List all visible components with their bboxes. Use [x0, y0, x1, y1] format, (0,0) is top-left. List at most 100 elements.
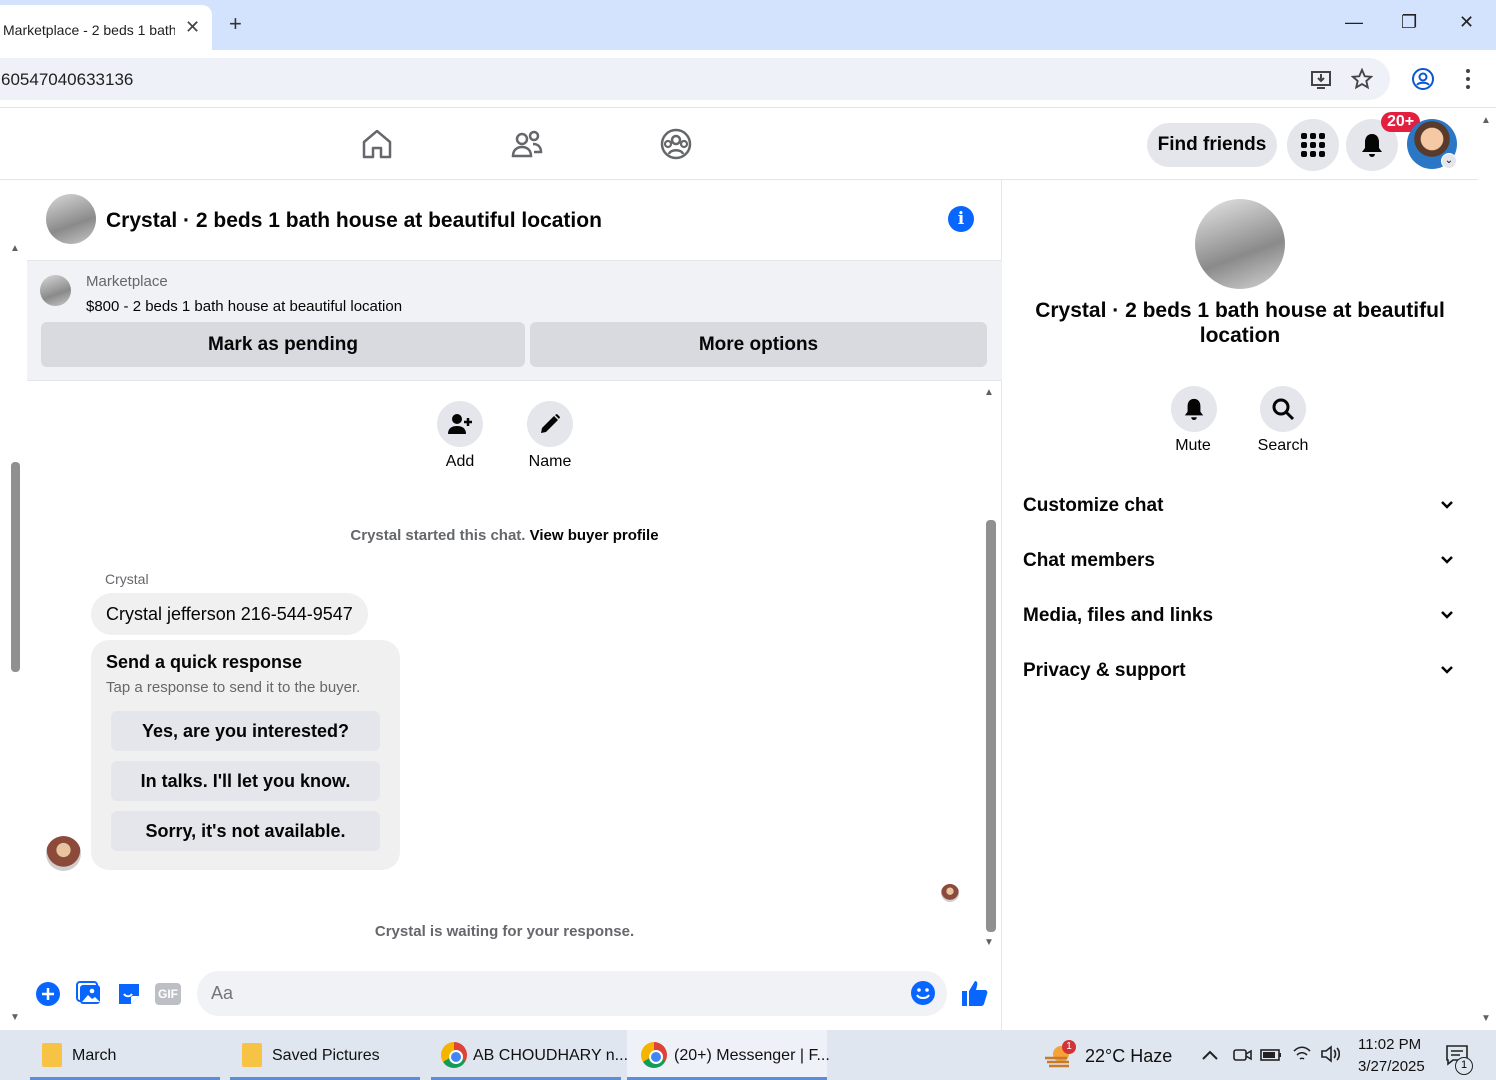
taskbar-label: Saved Pictures: [272, 1047, 380, 1064]
omnibox[interactable]: 60547040633136: [0, 58, 1390, 100]
clock-time[interactable]: 11:02 PM: [1358, 1036, 1421, 1053]
volume-icon[interactable]: [1320, 1045, 1342, 1063]
battery-icon[interactable]: [1260, 1048, 1282, 1062]
chat-title[interactable]: Crystal · 2 beds 1 bath house at beautif…: [106, 209, 602, 233]
taskbar-label: March: [72, 1047, 117, 1064]
browser-tab[interactable]: Marketplace - 2 beds 1 bath house at bea…: [0, 5, 212, 50]
emoji-icon[interactable]: [910, 980, 936, 1006]
name-button[interactable]: [527, 401, 573, 447]
sticker-icon[interactable]: [116, 981, 142, 1007]
more-options-button[interactable]: More options: [530, 322, 987, 367]
meet-now-icon[interactable]: [1232, 1046, 1252, 1064]
info-icon[interactable]: i: [948, 206, 974, 232]
section-label: Privacy & support: [1023, 660, 1186, 681]
search-button[interactable]: [1260, 386, 1306, 432]
right-scroll-up-arrow[interactable]: ▲: [1481, 115, 1491, 126]
plus-icon[interactable]: [35, 981, 61, 1007]
mark-as-pending-button[interactable]: Mark as pending: [41, 322, 525, 367]
bell-icon: [1362, 134, 1382, 157]
photo-icon[interactable]: [76, 981, 102, 1007]
quick-response-card: Send a quick response Tap a response to …: [91, 640, 400, 870]
grid-menu-icon: [1301, 133, 1325, 157]
menu-dots-icon[interactable]: [1462, 68, 1474, 90]
chat-avatar[interactable]: [46, 194, 96, 244]
chevron-down-icon: [1441, 666, 1453, 674]
new-tab-icon[interactable]: +: [229, 11, 242, 37]
install-app-icon[interactable]: [1310, 68, 1332, 90]
folder-icon: [242, 1043, 262, 1067]
chat-started-notice: Crystal started this chat. View buyer pr…: [27, 527, 982, 544]
listing-thumbnail[interactable]: [40, 275, 71, 306]
restore-icon[interactable]: ❐: [1401, 12, 1417, 33]
section-label: Media, files and links: [1023, 605, 1214, 626]
section-label: Customize chat: [1023, 495, 1164, 516]
listing-title[interactable]: $800 - 2 beds 1 bath house at beautiful …: [86, 298, 402, 315]
quick-response-in-talks[interactable]: In talks. I'll let you know.: [111, 761, 380, 801]
chevron-down-icon: [1441, 611, 1453, 619]
privacy-support-row[interactable]: Privacy & support: [1023, 660, 1463, 690]
taskbar-item-chrome-ab[interactable]: AB CHOUDHARY n...: [431, 1030, 628, 1080]
chevron-down-icon: [1441, 556, 1453, 564]
home-icon[interactable]: [359, 126, 395, 162]
wifi-icon[interactable]: [1292, 1045, 1312, 1063]
groups-icon[interactable]: [658, 126, 694, 162]
section-label: Chat members: [1023, 550, 1155, 571]
tab-title: Marketplace - 2 beds 1 bath house at bea…: [3, 22, 175, 38]
seen-indicator-avatar: [941, 884, 959, 902]
windows-taskbar: March Saved Pictures AB CHOUDHARY n... (…: [0, 1030, 1496, 1080]
chevron-up-icon[interactable]: [1201, 1048, 1219, 1062]
message-input[interactable]: [211, 983, 891, 1004]
minimize-icon[interactable]: —: [1345, 12, 1363, 33]
chat-scroll-up-arrow[interactable]: ▲: [984, 387, 994, 398]
weather-badge: 1: [1062, 1040, 1076, 1054]
taskbar-item-march[interactable]: March: [30, 1030, 220, 1080]
tab-close-icon[interactable]: ✕: [185, 17, 200, 38]
search-label: Search: [1257, 437, 1309, 454]
chat-details-panel: Crystal · 2 beds 1 bath house at beautif…: [1003, 180, 1478, 1030]
taskbar-item-saved-pictures[interactable]: Saved Pictures: [230, 1030, 420, 1080]
media-files-links-row[interactable]: Media, files and links: [1023, 605, 1463, 635]
taskbar-item-messenger[interactable]: (20+) Messenger | F...: [627, 1030, 830, 1080]
like-icon[interactable]: [959, 978, 989, 1008]
details-title: Crystal · 2 beds 1 bath house at beautif…: [1035, 299, 1445, 347]
window-close-icon[interactable]: ✕: [1459, 12, 1474, 33]
details-avatar[interactable]: [1195, 199, 1285, 289]
chat-members-row[interactable]: Chat members: [1023, 550, 1463, 580]
message-composer[interactable]: [197, 971, 947, 1016]
quick-response-interested[interactable]: Yes, are you interested?: [111, 711, 380, 751]
quick-response-not-available[interactable]: Sorry, it's not available.: [111, 811, 380, 851]
page-scrollbar-thumb[interactable]: [11, 462, 20, 672]
taskbar-label: AB CHOUDHARY n...: [473, 1047, 629, 1064]
chat-scrollbar-thumb[interactable]: [986, 520, 996, 932]
folder-icon: [42, 1043, 62, 1067]
message-bubble[interactable]: Crystal jefferson 216-544-9547: [91, 593, 368, 635]
find-friends-button[interactable]: Find friends: [1147, 123, 1277, 167]
search-icon: [1272, 398, 1295, 421]
sender-avatar[interactable]: [46, 836, 81, 871]
scroll-up-arrow[interactable]: ▲: [10, 243, 20, 254]
add-label: Add: [445, 453, 475, 470]
right-scroll-down-arrow[interactable]: ▼: [1481, 1013, 1491, 1024]
marketplace-banner: Marketplace $800 - 2 beds 1 bath house a…: [27, 260, 1002, 381]
chevron-down-icon[interactable]: ⌄: [1441, 153, 1457, 169]
clock-date[interactable]: 3/27/2025: [1358, 1058, 1425, 1075]
weather-text[interactable]: 22°C Haze: [1085, 1046, 1172, 1067]
url-text[interactable]: 60547040633136: [1, 70, 133, 90]
address-bar: 60547040633136: [0, 50, 1496, 108]
friends-icon[interactable]: [509, 126, 545, 162]
gif-icon[interactable]: GIF: [155, 983, 181, 1005]
chat-scroll-down-arrow[interactable]: ▼: [984, 937, 994, 948]
facebook-header: Find friends 20+ ⌄: [0, 108, 1478, 180]
view-buyer-profile-link[interactable]: View buyer profile: [530, 527, 659, 544]
quick-response-title: Send a quick response: [106, 652, 303, 672]
bell-icon: [1184, 398, 1204, 420]
pencil-icon: [541, 414, 560, 433]
chat-pane: Crystal · 2 beds 1 bath house at beautif…: [27, 180, 1002, 1030]
scroll-down-arrow[interactable]: ▼: [10, 1012, 20, 1023]
menu-button[interactable]: [1287, 119, 1339, 171]
customize-chat-row[interactable]: Customize chat: [1023, 495, 1463, 525]
mute-button[interactable]: [1171, 386, 1217, 432]
bookmark-star-icon[interactable]: [1351, 68, 1373, 90]
profile-icon[interactable]: [1411, 67, 1435, 91]
add-button[interactable]: [437, 401, 483, 447]
